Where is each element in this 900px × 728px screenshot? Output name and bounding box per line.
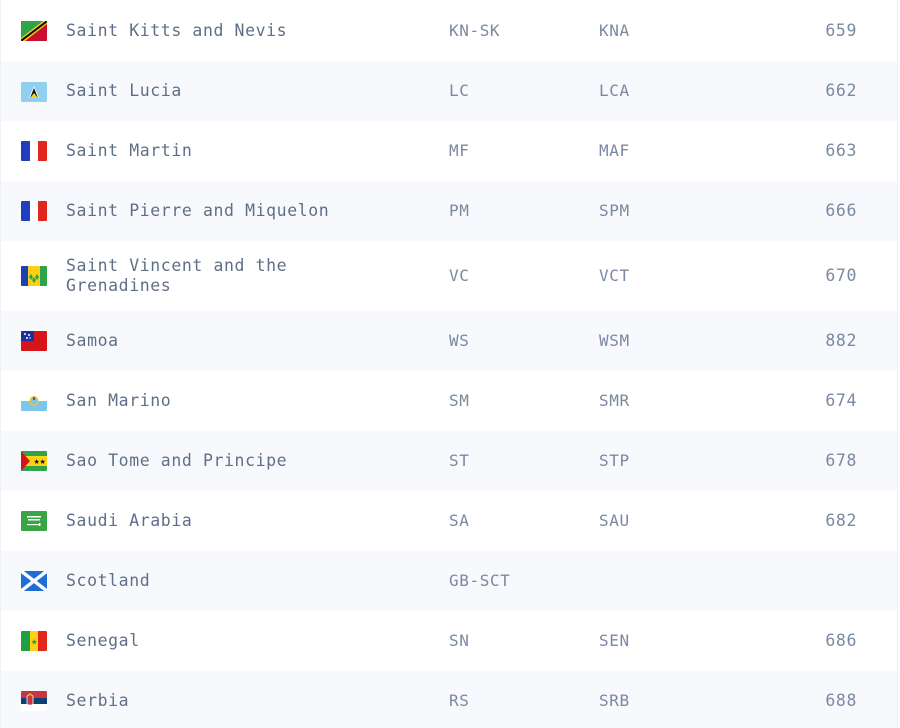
country-name: Saudi Arabia [66,511,193,530]
table-row[interactable]: Serbia RS SRB 688 [0,671,898,728]
numeric-code: 678 [825,451,857,470]
country-name: Saint Kitts and Nevis [66,21,288,40]
country-name: San Marino [66,391,172,410]
country-code: WS [449,331,470,350]
table-row[interactable]: Saint Pierre and Miquelon PM SPM 666 [0,181,898,241]
table-row[interactable]: Scotland GB-SCT [0,551,898,611]
country-name: Senegal [66,631,140,650]
alpha3-code: MAF [599,141,630,160]
country-name: Saint Vincent and the Grenadines [66,256,288,295]
san-marino-flag-icon [21,391,47,411]
alpha3-code: STP [599,451,630,470]
country-code: MF [449,141,470,160]
svg-text:★: ★ [40,458,46,466]
country-name: Sao Tome and Principe [66,451,288,470]
svg-text:★: ★ [31,638,38,647]
country-name: Saint Lucia [66,81,182,100]
alpha3-code: SAU [599,511,630,530]
alpha3-code: SPM [599,201,630,220]
table-row[interactable]: Saint Martin MF MAF 663 [0,121,898,181]
table-row[interactable]: ★ Senegal SN SEN 686 [0,611,898,671]
alpha3-code: KNA [599,21,630,40]
serbia-flag-icon [21,691,47,711]
country-name: Samoa [66,331,119,350]
saint-lucia-flag-icon [21,82,47,102]
samoa-flag-icon [21,331,47,351]
senegal-flag-icon: ★ [21,631,47,651]
country-code: GB-SCT [449,571,511,590]
alpha3-code: SEN [599,631,630,650]
numeric-code: 686 [825,631,857,650]
numeric-code: 682 [825,511,857,530]
numeric-code: 670 [825,266,857,285]
country-code: SN [449,631,470,650]
country-name: Saint Martin [66,141,193,160]
table-row[interactable]: Samoa WS WSM 882 [0,311,898,371]
table-row[interactable]: San Marino SM SMR 674 [0,371,898,431]
alpha3-code: VCT [599,266,630,285]
numeric-code: 666 [825,201,857,220]
saint-vincent-flag-icon [21,266,47,286]
numeric-code: 688 [825,691,857,710]
country-name: Scotland [66,571,151,590]
saudi-arabia-flag-icon [21,511,47,531]
alpha3-code: SMR [599,391,630,410]
country-name: Serbia [66,691,130,710]
numeric-code: 662 [825,81,857,100]
saint-kitts-flag-icon [21,21,47,41]
france-flag-icon [21,141,47,161]
alpha3-code: LCA [599,81,630,100]
country-code: VC [449,266,470,285]
country-code: SA [449,511,470,530]
scotland-flag-icon [21,571,47,591]
france-flag-icon [21,201,47,221]
country-name: Saint Pierre and Miquelon [66,201,330,220]
table-row[interactable]: ★ ★ Sao Tome and Principe ST STP 678 [0,431,898,491]
alpha3-code: SRB [599,691,630,710]
country-code: RS [449,691,470,710]
table-row[interactable]: Saint Lucia LC LCA 662 [0,61,898,121]
table-row[interactable]: Saint Vincent and the Grenadines VC VCT … [0,241,898,311]
country-code: LC [449,81,470,100]
sao-tome-flag-icon: ★ ★ [21,451,47,471]
country-code: ST [449,451,470,470]
numeric-code: 659 [825,21,857,40]
country-code: SM [449,391,470,410]
numeric-code: 674 [825,391,857,410]
numeric-code: 882 [825,331,857,350]
alpha3-code: WSM [599,331,630,350]
table-row[interactable]: Saudi Arabia SA SAU 682 [0,491,898,551]
country-code: KN-SK [449,21,501,40]
numeric-code: 663 [825,141,857,160]
country-code: PM [449,201,470,220]
table-row[interactable]: Saint Kitts and Nevis KN-SK KNA 659 [0,0,898,61]
